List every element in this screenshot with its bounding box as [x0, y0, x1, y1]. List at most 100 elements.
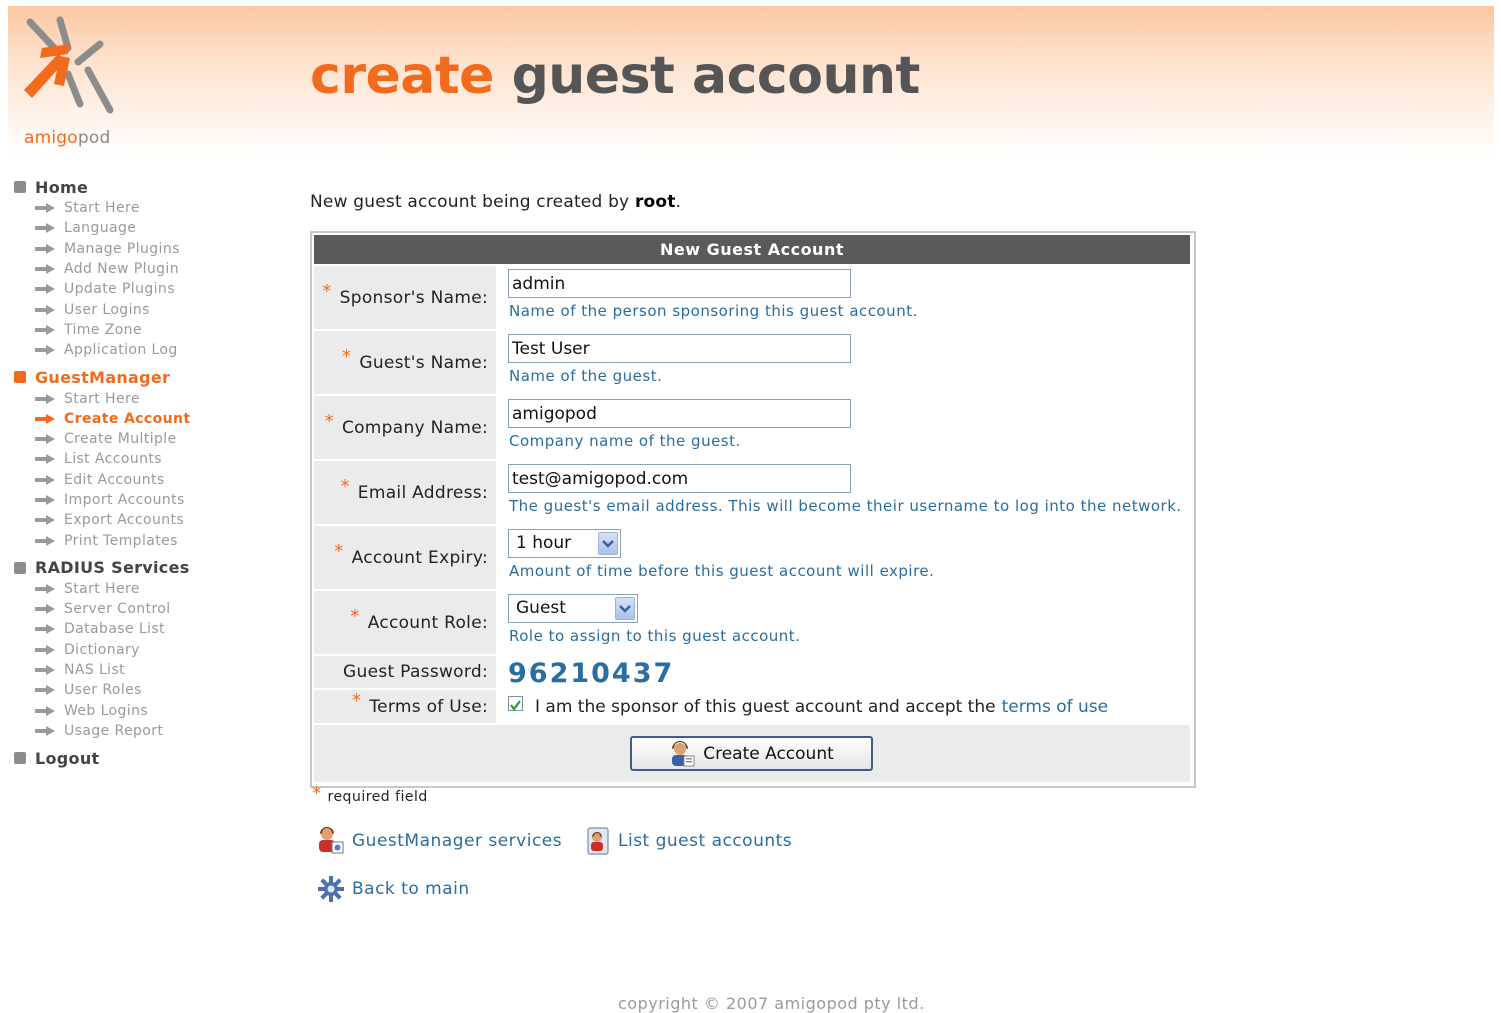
sponsor-name-input[interactable] [508, 269, 851, 298]
sidebar-item-label: Server Control [64, 601, 171, 618]
sidebar-item-start-here[interactable]: Start Here [14, 198, 284, 218]
sidebar-item-label: Start Here [64, 390, 140, 407]
arrow-right-icon [35, 284, 55, 295]
required-star-icon: * [342, 346, 352, 367]
arrow-right-icon [35, 624, 55, 635]
creator-username: root [634, 192, 676, 212]
company-row: * Company Name: Company name of the guest… [314, 396, 1190, 459]
bullet-icon [14, 371, 26, 384]
terms-of-use-link[interactable]: terms of use [1002, 697, 1109, 717]
sidebar-item-dictionary[interactable]: Dictionary [14, 640, 284, 660]
sidebar-item-user-logins[interactable]: User Logins [14, 299, 284, 319]
sidebar-item-manage-plugins[interactable]: Manage Plugins [14, 239, 284, 259]
sidebar-item-create-account[interactable]: Create Account [14, 409, 284, 429]
sidebar-item-usage-report[interactable]: Usage Report [14, 721, 284, 741]
sidebar-section-home[interactable]: Home [14, 176, 284, 198]
password-label: Guest Password: [343, 662, 488, 682]
arrow-right-icon [35, 515, 55, 526]
password-row: Guest Password: 96210437 [314, 656, 1190, 689]
sidebar-item-add-new-plugin[interactable]: Add New Plugin [14, 259, 284, 279]
guest-name-label: Guest's Name: [359, 352, 488, 373]
terms-text: I am the sponsor of this guest account a… [535, 696, 996, 717]
sidebar-item-import-accounts[interactable]: Import Accounts [14, 490, 284, 510]
expiry-row: * Account Expiry: 1 hour Amount of time b… [314, 526, 1190, 589]
sidebar-item-list-accounts[interactable]: List Accounts [14, 449, 284, 469]
email-hint: The guest's email address. This will bec… [509, 497, 1182, 515]
sidebar-item-database-list[interactable]: Database List [14, 619, 284, 639]
guest-name-hint: Name of the guest. [509, 367, 663, 385]
sidebar-item-start-here[interactable]: Start Here [14, 579, 284, 599]
sidebar-item-label: Export Accounts [64, 512, 185, 529]
arrow-right-icon [35, 705, 55, 716]
email-address-input[interactable] [508, 464, 851, 493]
list-guest-accounts-link[interactable]: List guest accounts [582, 826, 792, 856]
logo-burst-icon [24, 16, 114, 114]
arrow-right-icon [35, 324, 55, 335]
sidebar-item-web-logins[interactable]: Web Logins [14, 701, 284, 721]
sidebar-item-label: Web Logins [64, 702, 149, 719]
create-account-label: Create Account [703, 743, 834, 764]
sidebar-item-label: Update Plugins [64, 281, 175, 298]
guestmanager-services-link[interactable]: GuestManager services [316, 826, 562, 856]
sidebar-item-label: Database List [64, 621, 165, 638]
copyright-footer: copyright © 2007 amigopod pty ltd. [618, 994, 925, 1013]
arrow-right-icon [35, 264, 55, 275]
required-star-icon: * [340, 476, 350, 497]
arrow-right-icon [35, 685, 55, 696]
sidebar-logout[interactable]: Logout [14, 747, 284, 769]
sidebar-item-label: Start Here [64, 200, 140, 217]
sidebar-item-label: Edit Accounts [64, 471, 165, 488]
sidebar-item-user-roles[interactable]: User Roles [14, 680, 284, 700]
sidebar-item-update-plugins[interactable]: Update Plugins [14, 279, 284, 299]
sidebar-item-language[interactable]: Language [14, 218, 284, 238]
sidebar-item-time-zone[interactable]: Time Zone [14, 320, 284, 340]
sidebar-item-start-here[interactable]: Start Here [14, 388, 284, 408]
page-header: amigopod create guest account [8, 6, 1494, 158]
arrow-right-icon [35, 203, 55, 214]
form-actions: Create Account [314, 725, 1190, 782]
required-star-icon: * [322, 281, 332, 302]
sidebar-item-application-log[interactable]: Application Log [14, 340, 284, 360]
arrow-right-icon [35, 243, 55, 254]
required-star-icon: * [334, 541, 344, 562]
sidebar-item-label: User Logins [64, 301, 150, 318]
guest-name-row: * Guest's Name: Name of the guest. [314, 331, 1190, 394]
intro-text: New guest account being created by root. [310, 192, 682, 212]
sidebar-item-label: Usage Report [64, 722, 164, 739]
sidebar-item-create-multiple[interactable]: Create Multiple [14, 429, 284, 449]
bullet-icon [14, 752, 26, 765]
terms-checkbox[interactable] [508, 696, 523, 711]
sidebar-item-label: Import Accounts [64, 492, 185, 508]
role-row: * Account Role: Guest Role to assign to t… [314, 591, 1190, 654]
page-title: create guest account [310, 46, 920, 106]
new-guest-account-form: New Guest Account * Sponsor's Name: Name … [310, 231, 1196, 788]
guest-password-value: 96210437 [508, 658, 675, 689]
back-to-main-link[interactable]: Back to main [316, 874, 470, 904]
sidebar-item-label: Create Account [64, 410, 191, 427]
amigopod-logo[interactable]: amigopod [18, 12, 128, 152]
chevron-down-icon[interactable] [598, 532, 618, 555]
check-icon [510, 700, 521, 711]
sidebar-section-guestmanager[interactable]: GuestManager [14, 366, 284, 388]
arrow-right-icon [35, 583, 55, 594]
chevron-down-icon[interactable] [615, 597, 635, 620]
account-expiry-select[interactable]: 1 hour [508, 529, 621, 558]
sidebar-item-server-control[interactable]: Server Control [14, 599, 284, 619]
sidebar-item-print-templates[interactable]: Print Templates [14, 530, 284, 550]
sidebar-item-nas-list[interactable]: NAS List [14, 660, 284, 680]
account-role-select[interactable]: Guest [508, 594, 638, 623]
sidebar-item-edit-accounts[interactable]: Edit Accounts [14, 470, 284, 490]
required-field-note: * required field [312, 783, 428, 805]
guest-name-input[interactable] [508, 334, 851, 363]
expiry-label: Account Expiry: [351, 547, 488, 568]
required-star-icon: * [324, 411, 334, 432]
bullet-icon [14, 181, 26, 193]
company-name-input[interactable] [508, 399, 851, 428]
sponsor-label: Sponsor's Name: [339, 287, 488, 308]
sidebar-section-radius-services[interactable]: RADIUS Services [14, 557, 284, 579]
arrow-right-icon [35, 725, 55, 736]
expiry-hint: Amount of time before this guest account… [509, 562, 935, 580]
sidebar-item-export-accounts[interactable]: Export Accounts [14, 510, 284, 530]
create-account-button[interactable]: Create Account [630, 736, 873, 771]
sidebar-item-label: Add New Plugin [64, 261, 179, 278]
